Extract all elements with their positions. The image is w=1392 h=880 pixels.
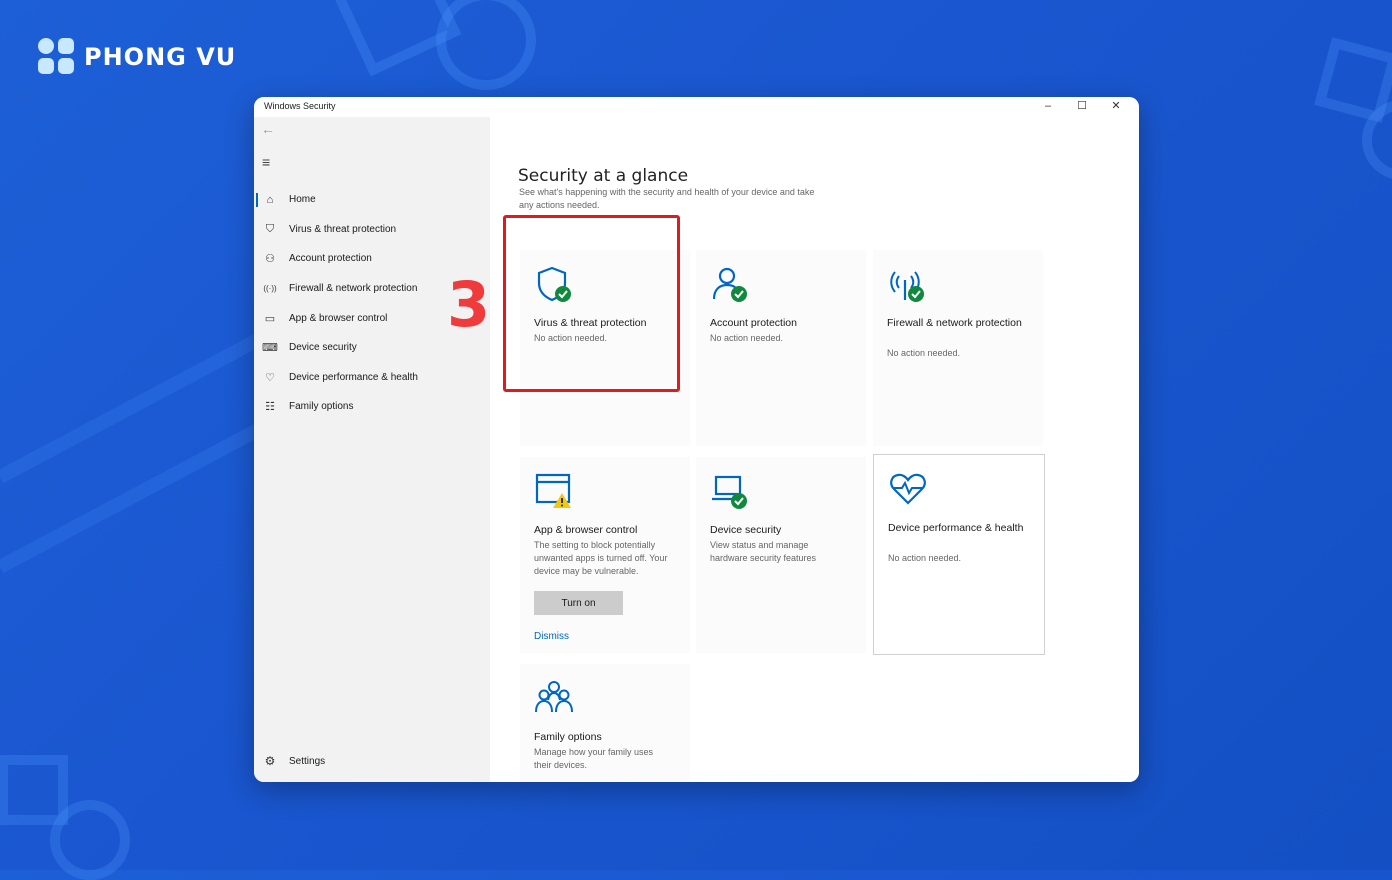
title-bar: Windows Security – ☐ ✕ xyxy=(254,97,1139,117)
tile-status: Manage how your family uses their device… xyxy=(534,747,654,770)
sidebar-item-label: Home xyxy=(289,194,316,206)
brand-logo: PHONG VU xyxy=(38,38,236,76)
home-icon: ⌂ xyxy=(266,193,274,206)
sidebar-item-virus-threat-protection[interactable]: ⛉ Virus & threat protection xyxy=(254,215,490,245)
sidebar-item-label: Firewall & network protection xyxy=(289,283,418,295)
close-button[interactable]: ✕ xyxy=(1099,97,1133,117)
window-controls: – ☐ ✕ xyxy=(1031,97,1133,117)
page-title: Security at a glance xyxy=(518,166,689,187)
dismiss-link[interactable]: Dismiss xyxy=(534,631,569,642)
hamburger-icon[interactable]: ≡ xyxy=(262,154,270,170)
tile-title: Firewall & network protection xyxy=(887,317,1022,329)
page-subtitle: See what's happening with the security a… xyxy=(519,187,815,210)
bg-circle-shape xyxy=(50,800,130,880)
wireless-icon: ((·)) xyxy=(263,284,277,294)
tile-device-performance-health[interactable]: Device performance & health No action ne… xyxy=(873,454,1045,655)
sidebar: ← ≡ ⌂ Home ⛉ Virus & threat protection ⚇… xyxy=(254,117,490,782)
tile-family-options[interactable]: Family options Manage how your family us… xyxy=(520,664,690,782)
tile-device-security[interactable]: Device security View status and manage h… xyxy=(696,457,866,653)
tile-app-browser-control[interactable]: App & browser control The setting to blo… xyxy=(520,457,690,653)
brand-logo-icon xyxy=(38,38,76,76)
tile-account-protection[interactable]: Account protection No action needed. xyxy=(696,250,866,446)
sidebar-item-label: Family options xyxy=(289,401,354,413)
browser-warning-icon xyxy=(535,473,571,508)
browser-window-icon: ▭ xyxy=(264,312,276,325)
settings-label: Settings xyxy=(289,755,326,767)
step-number: 3 xyxy=(447,268,491,341)
family-icon xyxy=(535,681,573,713)
shield-icon: ⛉ xyxy=(265,222,275,235)
tile-status: No action needed. xyxy=(888,553,962,563)
sidebar-item-label: Account protection xyxy=(289,253,372,265)
highlight-box xyxy=(503,215,680,392)
family-icon: ☷ xyxy=(265,401,275,414)
brand-logo-text: PHONG VU xyxy=(84,43,237,71)
tile-status: No action needed. xyxy=(710,333,784,343)
sidebar-item-settings[interactable]: ⚙ Settings xyxy=(254,751,326,771)
heart-pulse-icon xyxy=(890,473,926,505)
tile-status: View status and manage hardware security… xyxy=(710,540,817,563)
heart-icon: ♡ xyxy=(265,371,275,384)
person-icon: ⚇ xyxy=(265,253,275,266)
tile-title: Device performance & health xyxy=(888,522,1024,534)
tile-title: Family options xyxy=(534,731,602,743)
sidebar-item-label: App & browser control xyxy=(289,312,388,324)
tile-title: App & browser control xyxy=(534,524,638,536)
tile-firewall-network[interactable]: Firewall & network protection No action … xyxy=(873,250,1043,446)
back-arrow-icon[interactable]: ← xyxy=(261,121,275,137)
wireless-check-icon xyxy=(890,271,924,302)
bg-circle-shape xyxy=(436,0,536,90)
maximize-button[interactable]: ☐ xyxy=(1065,97,1099,117)
sidebar-item-label: Device performance & health xyxy=(289,371,418,383)
tile-status: The setting to block potentially unwante… xyxy=(534,540,668,576)
windows-security-window: Windows Security – ☐ ✕ ← ≡ ⌂ Home ⛉ Viru… xyxy=(254,97,1139,782)
gear-icon: ⚙ xyxy=(264,754,276,768)
sidebar-item-device-performance[interactable]: ♡ Device performance & health xyxy=(254,363,490,393)
window-title: Windows Security xyxy=(264,101,336,111)
minimize-button[interactable]: – xyxy=(1031,97,1065,117)
tile-title: Account protection xyxy=(710,317,797,329)
person-check-icon xyxy=(712,267,747,302)
tile-status: No action needed. xyxy=(887,348,961,358)
laptop-check-icon xyxy=(712,475,747,509)
sidebar-item-home[interactable]: ⌂ Home xyxy=(254,185,490,215)
laptop-icon: ⌨ xyxy=(262,342,278,355)
tile-title: Device security xyxy=(710,524,782,536)
turn-on-button[interactable]: Turn on xyxy=(534,591,623,615)
sidebar-item-label: Virus & threat protection xyxy=(289,223,397,235)
sidebar-item-family-options[interactable]: ☷ Family options xyxy=(254,392,490,422)
sidebar-item-label: Device security xyxy=(289,342,357,354)
